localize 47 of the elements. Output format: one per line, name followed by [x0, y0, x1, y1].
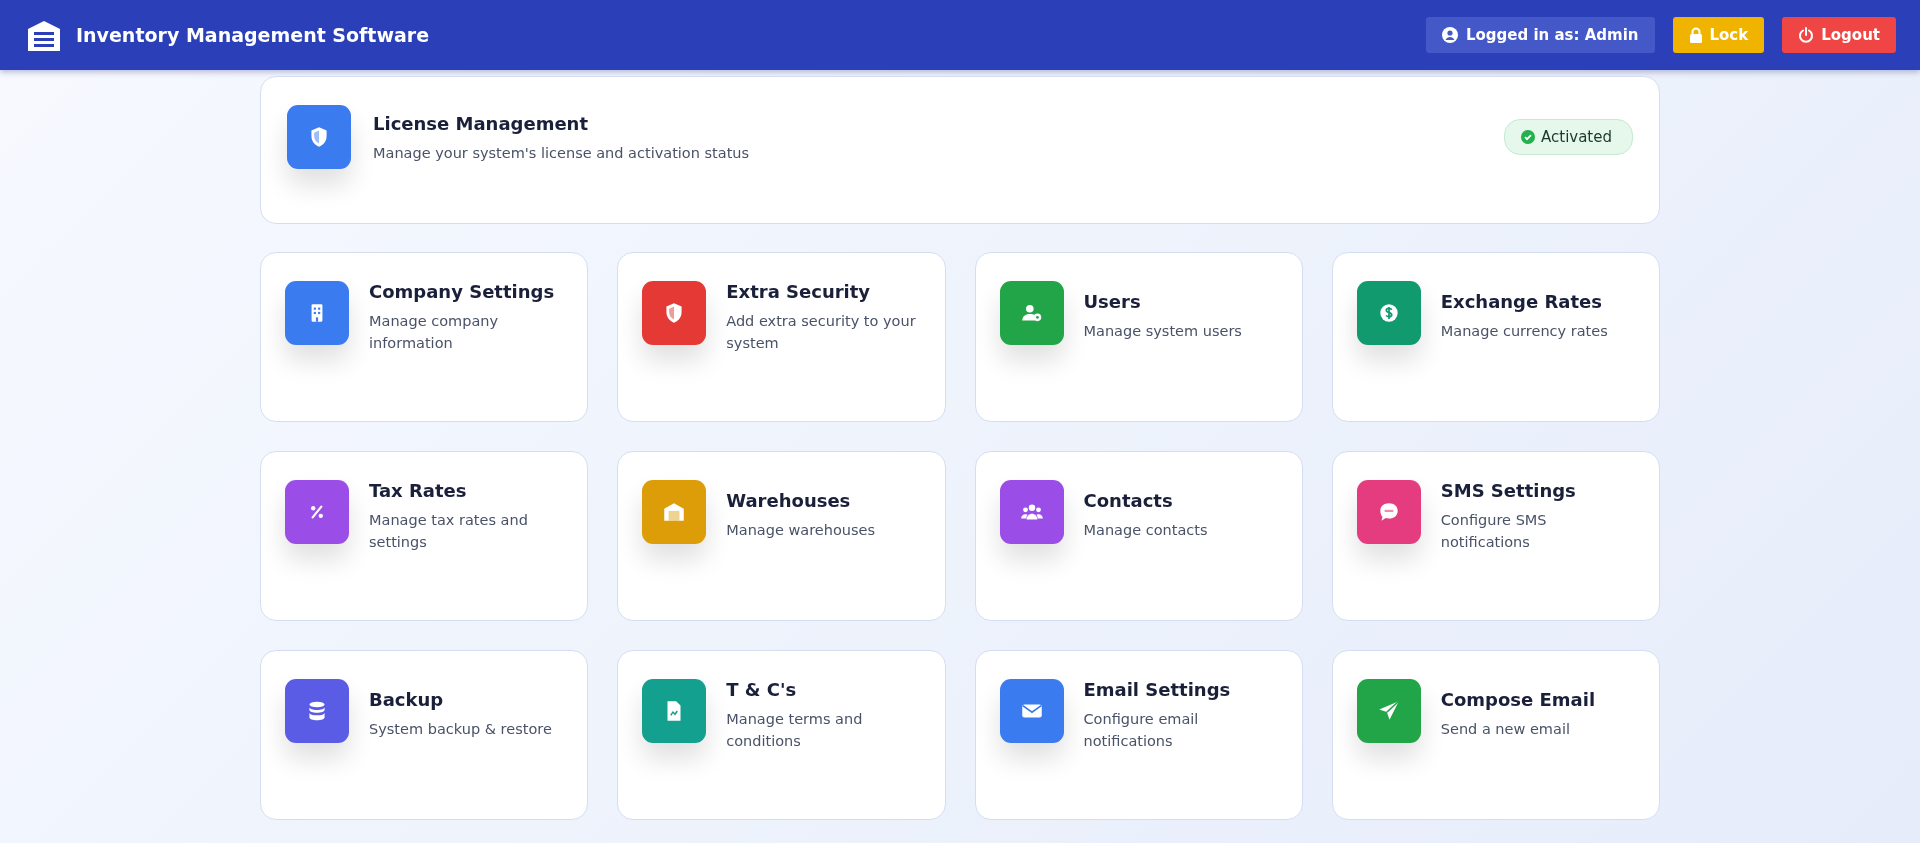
card-description: Manage warehouses — [726, 521, 877, 540]
card-title: Warehouses — [726, 490, 852, 511]
card-title: Company Settings — [369, 281, 556, 302]
padlock-icon — [1688, 27, 1703, 43]
settings-card[interactable]: SMS Settings Configure SMS notifications — [1331, 451, 1660, 621]
settings-card[interactable]: Company Settings Manage company information — [260, 252, 589, 422]
logged-in-indicator: Logged in as: Admin — [1425, 17, 1655, 53]
card-description: Manage tax rates and settings — [369, 511, 529, 553]
card-title: Email Settings — [1083, 679, 1232, 700]
settings-card[interactable]: T & C's Manage terms and conditions — [617, 650, 946, 820]
card-title: Extra Security — [726, 281, 872, 302]
card-title: License Management — [373, 113, 589, 134]
card-title: Exchange Rates — [1440, 291, 1603, 312]
card-title: SMS Settings — [1440, 480, 1577, 501]
card-description: Manage contacts — [1083, 521, 1209, 540]
card-description: System backup & restore — [369, 720, 553, 739]
status-badge: Activated — [1504, 119, 1633, 155]
card-title: Contacts — [1083, 490, 1174, 511]
settings-card[interactable]: Backup System backup & restore — [260, 650, 589, 820]
settings-card[interactable]: Extra Security Add extra security to your system — [617, 252, 946, 422]
settings-card[interactable]: Warehouses Manage warehouses — [617, 451, 946, 621]
settings-card[interactable]: Users Manage system users — [974, 252, 1303, 422]
card-description: Manage terms and conditions — [726, 710, 864, 752]
power-icon — [1798, 27, 1815, 43]
card-description: Configure email notifications — [1083, 710, 1200, 752]
warehouse-logo-icon — [26, 19, 62, 51]
settings-card[interactable]: Email Settings Configure email notifications — [974, 650, 1303, 820]
card-description: Send a new email — [1440, 720, 1571, 739]
card-title: Tax Rates — [369, 480, 468, 501]
shield-icon — [287, 105, 351, 169]
card-description: Configure SMS notifications — [1440, 511, 1548, 553]
app-title: Inventory Management Software — [76, 24, 430, 46]
card-description: Manage system users — [1083, 322, 1243, 341]
card-description: Add extra security to your system — [726, 312, 917, 354]
card-title: Backup — [369, 689, 445, 710]
settings-card[interactable]: Contacts Manage contacts — [974, 451, 1303, 621]
settings-card[interactable]: Exchange Rates Manage currency rates — [1331, 252, 1660, 422]
card-description: Manage your system's license and activation status — [373, 144, 751, 163]
license-card[interactable]: License Management Manage your system's license and activation status Activated — [260, 76, 1660, 224]
card-title: Compose Email — [1440, 689, 1597, 710]
logout-button[interactable]: Logout — [1782, 17, 1896, 53]
settings-card[interactable]: Tax Rates Manage tax rates and settings — [260, 451, 589, 621]
card-title: T & C's — [726, 679, 798, 700]
card-description: Manage currency rates — [1440, 322, 1609, 341]
card-description: Manage company information — [369, 312, 500, 354]
settings-card[interactable]: Compose Email Send a new email — [1331, 650, 1660, 820]
card-title: Users — [1083, 291, 1142, 312]
